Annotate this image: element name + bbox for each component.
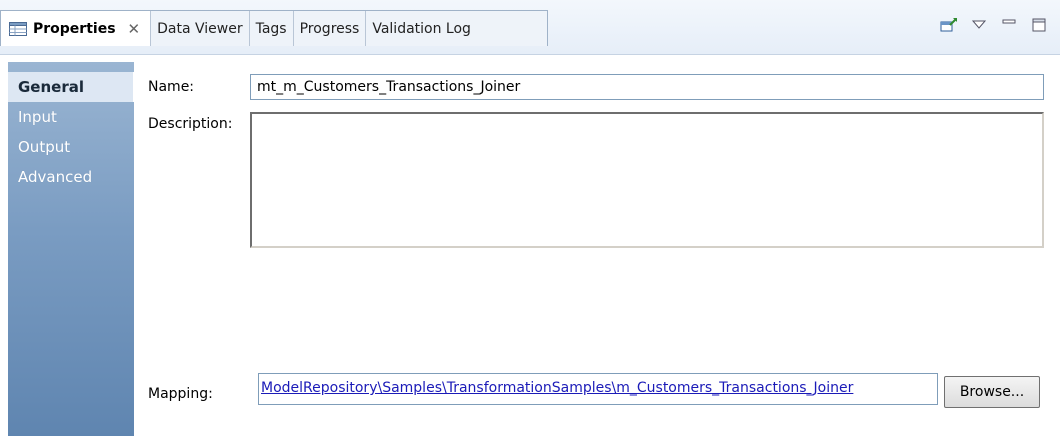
pin-icon[interactable]	[940, 16, 958, 34]
sidebar-item-general[interactable]: General	[8, 72, 134, 102]
sidebar-item-output[interactable]: Output	[8, 132, 134, 162]
properties-sidebar: General Input Output Advanced	[8, 62, 134, 436]
tab-progress[interactable]: Progress	[294, 11, 367, 46]
tab-data-viewer[interactable]: Data Viewer	[151, 11, 250, 46]
tab-tags[interactable]: Tags	[250, 11, 294, 46]
properties-table-icon	[9, 21, 27, 36]
name-field[interactable]	[250, 74, 1044, 100]
view-tab-bar: Properties ✕ Data Viewer Tags Progress V…	[0, 0, 1060, 55]
minimize-icon[interactable]	[1000, 16, 1018, 34]
mapping-label: Mapping:	[148, 386, 213, 402]
tab-label: Progress	[299, 20, 360, 37]
tab-label: Data Viewer	[157, 20, 243, 37]
sidebar-item-input[interactable]: Input	[8, 102, 134, 132]
properties-view: Properties ✕ Data Viewer Tags Progress V…	[0, 0, 1060, 436]
view-menu-icon[interactable]	[970, 16, 988, 34]
browse-button[interactable]: Browse...	[944, 376, 1040, 408]
general-properties-form: Name: Description: Mapping: ModelReposit…	[134, 62, 1060, 436]
tab-label: Tags	[255, 20, 287, 37]
tab-validation-log[interactable]: Validation Log	[366, 11, 477, 46]
tab-label: Validation Log	[372, 20, 471, 37]
maximize-icon[interactable]	[1030, 16, 1048, 34]
description-field[interactable]	[250, 112, 1044, 248]
description-label: Description:	[148, 116, 233, 132]
tab-properties[interactable]: Properties ✕	[0, 11, 152, 46]
name-label: Name:	[148, 79, 195, 95]
mapping-field: ModelRepository\Samples\TransformationSa…	[258, 373, 938, 405]
view-toolbar	[940, 16, 1048, 34]
tab-strip: Properties ✕ Data Viewer Tags Progress V…	[0, 10, 548, 46]
mapping-link[interactable]: ModelRepository\Samples\TransformationSa…	[261, 380, 853, 396]
tab-label: Properties	[33, 20, 116, 37]
sidebar-item-advanced[interactable]: Advanced	[8, 162, 134, 192]
close-icon[interactable]: ✕	[128, 20, 141, 38]
